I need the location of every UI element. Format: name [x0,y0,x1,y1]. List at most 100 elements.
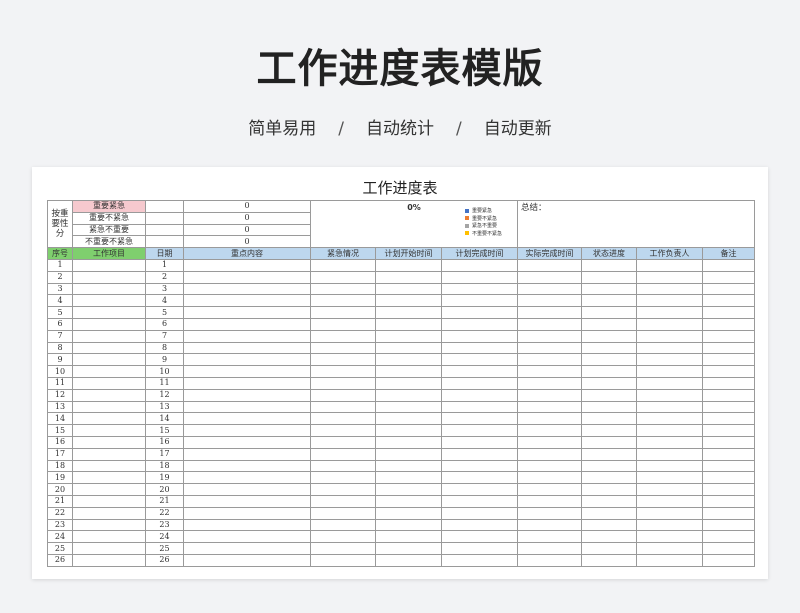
row-date-number[interactable]: 2 [145,270,184,284]
cell[interactable] [517,306,583,319]
cell[interactable] [636,270,704,284]
cell[interactable] [581,270,638,284]
cell[interactable] [636,483,704,496]
cell[interactable] [310,471,376,485]
cell[interactable] [310,518,376,532]
cell[interactable] [72,471,146,485]
cell[interactable] [72,553,146,567]
cell[interactable] [375,506,442,520]
cell[interactable] [440,471,519,485]
cell[interactable] [145,211,184,225]
row-date-number[interactable]: 11 [145,376,184,390]
cell[interactable] [636,518,704,532]
cell[interactable] [440,365,519,378]
cell[interactable] [517,494,583,508]
cell[interactable] [310,365,376,378]
cell[interactable] [440,258,519,272]
row-number[interactable]: 25 [47,542,73,555]
cell[interactable] [183,270,311,284]
cell[interactable] [517,317,583,331]
row-date-number[interactable]: 5 [145,306,184,319]
cell[interactable] [702,317,756,331]
cell[interactable] [702,471,756,485]
cell[interactable] [310,341,376,355]
cell[interactable] [581,329,638,343]
cell[interactable] [440,306,519,319]
cell[interactable] [375,447,442,461]
row-number[interactable]: 12 [47,388,73,402]
cell[interactable] [517,376,583,390]
cell[interactable] [581,365,638,378]
category-label[interactable]: 不重要不紧急 [72,235,146,249]
row-number[interactable]: 4 [47,294,73,308]
cell[interactable] [636,376,704,390]
row-number[interactable]: 3 [47,282,73,296]
cell[interactable] [581,542,638,555]
row-date-number[interactable]: 17 [145,447,184,461]
cell[interactable] [440,424,519,437]
cell[interactable] [581,553,638,567]
cell[interactable] [375,459,442,473]
cell[interactable] [702,459,756,473]
cell[interactable] [72,341,146,355]
cell[interactable] [636,341,704,355]
cell[interactable] [581,258,638,272]
cell[interactable] [517,258,583,272]
cell[interactable] [581,459,638,473]
cell[interactable] [581,388,638,402]
cell[interactable] [375,341,442,355]
cell[interactable] [440,317,519,331]
cell[interactable] [72,306,146,319]
row-date-number[interactable]: 22 [145,506,184,520]
cell[interactable] [636,365,704,378]
row-date-number[interactable]: 12 [145,388,184,402]
cell[interactable] [581,518,638,532]
header-notes[interactable]: 备注 [702,247,756,260]
cell[interactable] [375,376,442,390]
cell[interactable] [183,542,311,555]
row-date-number[interactable]: 21 [145,494,184,508]
cell[interactable] [702,424,756,437]
row-date-number[interactable]: 8 [145,341,184,355]
cell[interactable] [440,282,519,296]
row-date-number[interactable]: 24 [145,530,184,544]
cell[interactable] [310,353,376,367]
cell[interactable] [702,282,756,296]
cell[interactable] [581,412,638,426]
cell[interactable] [517,388,583,402]
cell[interactable] [702,518,756,532]
cell[interactable] [702,294,756,308]
header-seq[interactable]: 序号 [47,247,73,260]
cell[interactable] [183,553,311,567]
cell[interactable] [581,282,638,296]
cell[interactable] [702,553,756,567]
cell[interactable] [72,388,146,402]
cell[interactable] [375,518,442,532]
row-number[interactable]: 9 [47,353,73,367]
cell[interactable] [702,365,756,378]
cell[interactable] [636,447,704,461]
cell[interactable] [72,400,146,414]
cell[interactable] [72,494,146,508]
cell[interactable] [702,376,756,390]
cell[interactable] [517,435,583,449]
cell[interactable] [702,506,756,520]
cell[interactable] [72,258,146,272]
cell[interactable] [440,542,519,555]
cell[interactable] [440,435,519,449]
cell[interactable] [517,270,583,284]
cell[interactable] [636,424,704,437]
cell[interactable] [517,353,583,367]
cell[interactable] [310,258,376,272]
summary-cell[interactable]: 总结： [517,199,756,249]
cell[interactable] [183,329,311,343]
row-date-number[interactable]: 13 [145,400,184,414]
header-urgency[interactable]: 紧急情况 [310,247,376,260]
cell[interactable] [183,376,311,390]
row-number[interactable]: 24 [47,530,73,544]
cell[interactable] [72,459,146,473]
cell[interactable] [183,435,311,449]
cell[interactable] [440,400,519,414]
row-date-number[interactable]: 4 [145,294,184,308]
cell[interactable] [310,412,376,426]
